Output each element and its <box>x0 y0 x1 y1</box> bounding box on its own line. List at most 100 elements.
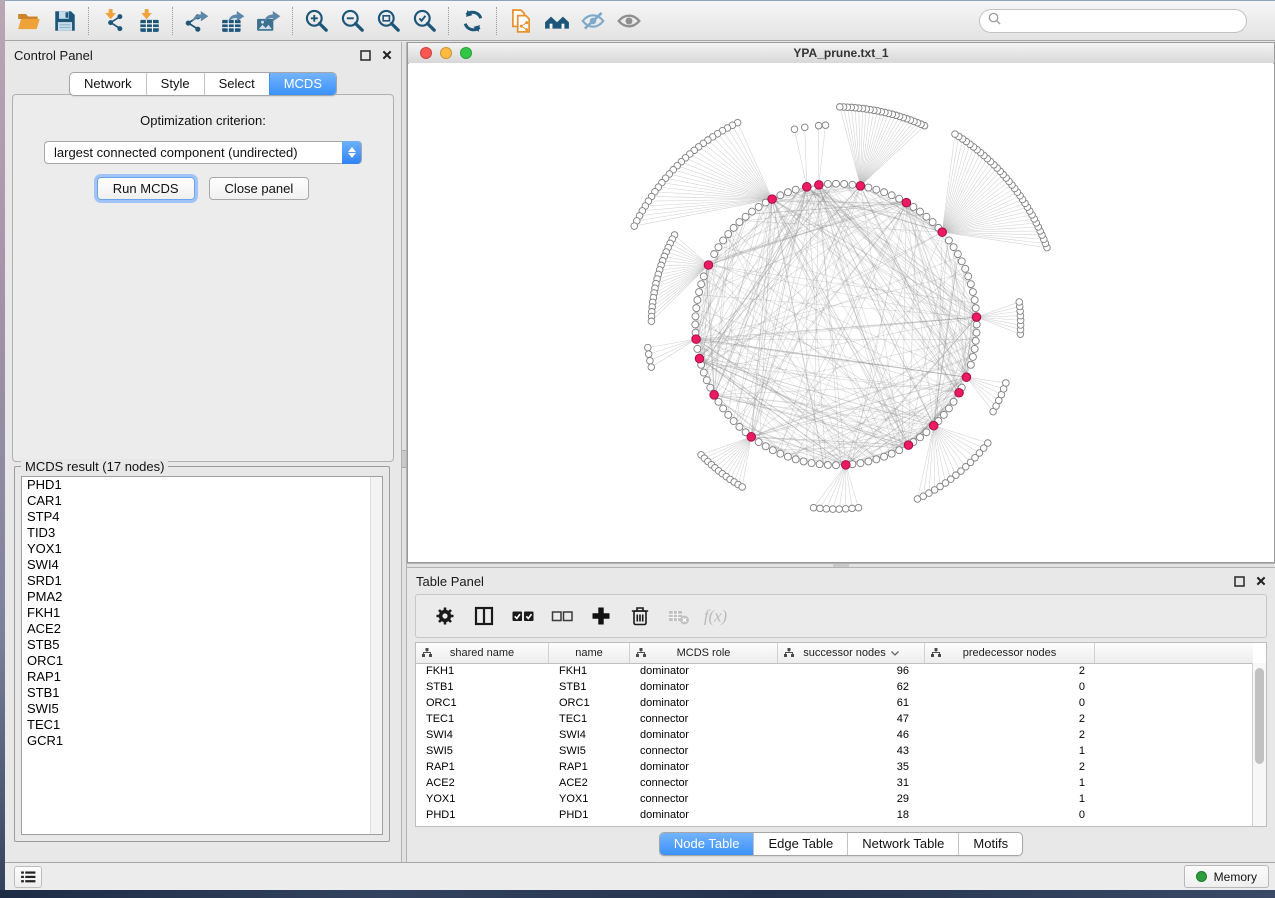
network-window-titlebar[interactable]: YPA_prune.txt_1 <box>408 43 1274 64</box>
splitter-grip[interactable] <box>402 450 406 468</box>
zoom-fit-button[interactable] <box>371 4 407 38</box>
table-cell: STB1 <box>549 679 630 695</box>
toolbar-separator <box>496 7 498 35</box>
mcds-result-item[interactable]: YOX1 <box>22 541 382 557</box>
table-cell: connector <box>630 743 778 759</box>
zoom-out-button[interactable] <box>335 4 371 38</box>
table-tab-node-table[interactable]: Node Table <box>660 833 754 855</box>
table-row[interactable]: SWI5SWI5connector431 <box>416 743 1253 759</box>
mcds-result-item[interactable]: STB1 <box>22 685 382 701</box>
table-cell: ORC1 <box>416 695 549 711</box>
table-scrollbar[interactable] <box>1252 663 1266 826</box>
table-row[interactable]: STB1STB1dominator620 <box>416 679 1253 695</box>
table-cell: 96 <box>778 663 925 679</box>
table-options-button[interactable] <box>430 601 460 631</box>
column-header-label: MCDS role <box>677 647 731 659</box>
control-tab-select[interactable]: Select <box>204 73 269 95</box>
mcds-result-item[interactable]: STB5 <box>22 637 382 653</box>
table-tab-edge-table[interactable]: Edge Table <box>753 833 847 855</box>
neighborhood-button[interactable] <box>539 4 575 38</box>
mcds-result-item[interactable]: ACE2 <box>22 621 382 637</box>
table-tab-network-table[interactable]: Network Table <box>847 833 958 855</box>
scrollbar-thumb[interactable] <box>1255 668 1264 764</box>
search-box[interactable] <box>979 9 1247 33</box>
column-header-predecessor-nodes[interactable]: predecessor nodes <box>925 643 1095 663</box>
column-header-MCDS-role[interactable]: MCDS role <box>630 643 778 663</box>
mcds-result-item[interactable]: CAR1 <box>22 493 382 509</box>
close-panel-icon[interactable] <box>1255 575 1267 587</box>
show-all-button[interactable] <box>611 4 647 38</box>
refresh-view-button[interactable] <box>455 4 491 38</box>
table-row[interactable]: TEC1TEC1connector472 <box>416 711 1253 727</box>
control-panel: Control Panel NetworkStyleSelectMCDS Opt… <box>5 42 401 863</box>
result-scrollbar[interactable] <box>370 477 382 834</box>
mcds-result-item[interactable]: PHD1 <box>22 477 382 493</box>
table-cell: 46 <box>778 727 925 743</box>
table-row[interactable]: RAP1RAP1dominator352 <box>416 759 1253 775</box>
network-canvas[interactable] <box>408 63 1274 562</box>
attribute-type-icon <box>784 648 794 660</box>
mcds-result-item[interactable]: PMA2 <box>22 589 382 605</box>
table-tab-motifs[interactable]: Motifs <box>958 833 1022 855</box>
control-tab-network[interactable]: Network <box>70 73 146 95</box>
show-columns-button[interactable] <box>469 601 499 631</box>
mcds-result-item[interactable]: FKH1 <box>22 605 382 621</box>
deselect-all-button[interactable] <box>547 601 577 631</box>
table-row[interactable]: YOX1YOX1connector291 <box>416 791 1253 807</box>
open-file-button[interactable] <box>11 4 47 38</box>
table-row[interactable]: FKH1FKH1dominator962 <box>416 663 1253 679</box>
table-row[interactable]: ORC1ORC1dominator610 <box>416 695 1253 711</box>
delete-columns-button[interactable] <box>625 601 655 631</box>
dropdown-stepper-icon <box>342 141 361 164</box>
attribute-type-icon <box>422 648 432 660</box>
table-row[interactable]: ACE2ACE2connector311 <box>416 775 1253 791</box>
float-panel-icon[interactable] <box>359 49 371 61</box>
hide-selected-button[interactable] <box>575 4 611 38</box>
table-row[interactable]: SWI4SWI4dominator462 <box>416 727 1253 743</box>
close-panel-icon[interactable] <box>381 49 393 61</box>
float-panel-icon[interactable] <box>1233 575 1245 587</box>
mcds-result-item[interactable]: SRD1 <box>22 573 382 589</box>
optimization-criterion-select[interactable]: largest connected component (undirected) <box>44 141 362 164</box>
table-cell: 18 <box>778 807 925 823</box>
memory-button[interactable]: Memory <box>1184 865 1269 888</box>
zoom-in-button[interactable] <box>299 4 335 38</box>
export-image-button[interactable] <box>251 4 287 38</box>
mcds-result-item[interactable]: SWI4 <box>22 557 382 573</box>
select-all-button[interactable] <box>508 601 538 631</box>
close-panel-button[interactable]: Close panel <box>209 177 310 200</box>
import-network-button[interactable] <box>95 4 131 38</box>
zoom-selected-button[interactable] <box>407 4 443 38</box>
mcds-result-item[interactable]: SWI5 <box>22 701 382 717</box>
control-tab-style[interactable]: Style <box>146 73 204 95</box>
mcds-result-item[interactable]: GCR1 <box>22 733 382 749</box>
control-tab-mcds[interactable]: MCDS <box>269 73 336 95</box>
table-panel-title: Table Panel <box>416 574 484 589</box>
table-cell: YOX1 <box>416 791 549 807</box>
clone-network-button[interactable] <box>503 4 539 38</box>
column-header-name[interactable]: name <box>549 643 630 663</box>
export-table-button[interactable] <box>215 4 251 38</box>
mcds-result-item[interactable]: TID3 <box>22 525 382 541</box>
export-network-button[interactable] <box>179 4 215 38</box>
run-mcds-button[interactable]: Run MCDS <box>97 177 195 200</box>
create-column-button[interactable] <box>586 601 616 631</box>
mcds-result-list[interactable]: PHD1CAR1STP4TID3YOX1SWI4SRD1PMA2FKH1ACE2… <box>21 476 383 835</box>
table-cell: 2 <box>925 759 1095 775</box>
column-header-successor-nodes[interactable]: successor nodes <box>778 643 925 663</box>
mcds-result-item[interactable]: ORC1 <box>22 653 382 669</box>
column-menu-icon[interactable] <box>891 651 899 656</box>
save-session-button[interactable] <box>47 4 83 38</box>
control-panel-tabs: NetworkStyleSelectMCDS <box>5 72 401 96</box>
mcds-result-item[interactable]: TEC1 <box>22 717 382 733</box>
mcds-result-item[interactable]: RAP1 <box>22 669 382 685</box>
column-header-shared-name[interactable]: shared name <box>416 643 549 663</box>
task-history-button[interactable] <box>14 866 42 888</box>
search-input[interactable] <box>1007 13 1238 29</box>
import-table-button[interactable] <box>131 4 167 38</box>
table-cell: STB1 <box>416 679 549 695</box>
table-row[interactable]: PHD1PHD1dominator180 <box>416 807 1253 823</box>
table-panel-titlebar: Table Panel <box>407 568 1275 594</box>
splitter-grip[interactable] <box>833 564 849 567</box>
mcds-result-item[interactable]: STP4 <box>22 509 382 525</box>
